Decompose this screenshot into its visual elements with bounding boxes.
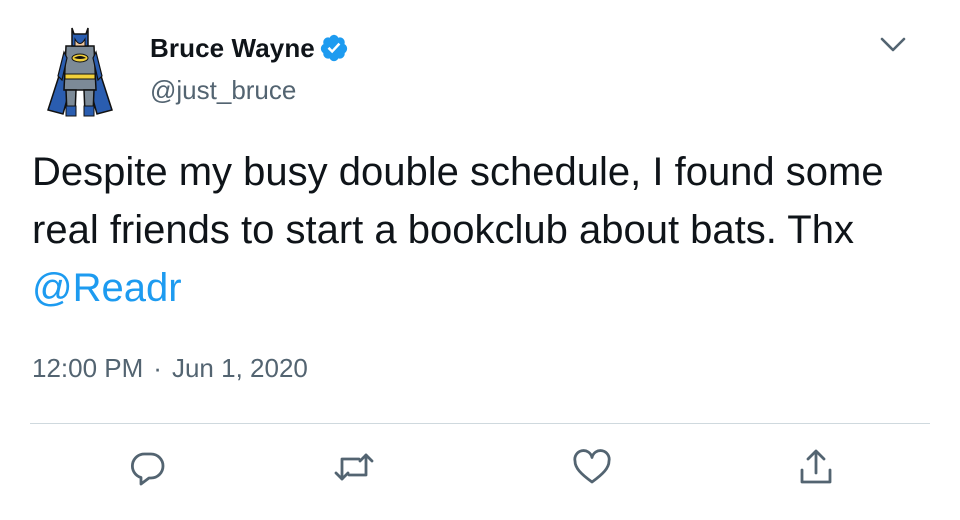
tweet-date[interactable]: Jun 1, 2020 — [172, 353, 308, 384]
action-bar — [0, 445, 960, 493]
reply-button[interactable] — [124, 445, 172, 493]
tweet-card: Bruce Wayne @just_bruce Despite my busy … — [0, 0, 960, 520]
chevron-down-icon[interactable] — [876, 30, 910, 60]
share-upload-icon — [796, 446, 836, 493]
divider — [30, 423, 930, 424]
tweet-text-content: Despite my busy double schedule, I found… — [32, 150, 884, 252]
tweet-text: Despite my busy double schedule, I found… — [32, 143, 892, 317]
tweet-timestamp[interactable]: 12:00 PM · Jun 1, 2020 — [32, 353, 308, 384]
verified-badge-icon — [319, 33, 349, 63]
batman-avatar[interactable] — [28, 18, 132, 122]
retweet-icon — [332, 447, 376, 492]
mention-link[interactable]: @Readr — [32, 266, 182, 310]
timestamp-separator: · — [153, 353, 162, 383]
share-button[interactable] — [792, 445, 840, 493]
reply-bubble-icon — [128, 447, 168, 492]
tweet-time[interactable]: 12:00 PM — [32, 353, 143, 384]
retweet-button[interactable] — [330, 445, 378, 493]
heart-icon — [571, 447, 613, 492]
display-name[interactable]: Bruce Wayne — [150, 33, 315, 64]
user-handle[interactable]: @just_bruce — [150, 75, 296, 106]
like-button[interactable] — [568, 445, 616, 493]
author-name-row[interactable]: Bruce Wayne — [150, 28, 349, 68]
